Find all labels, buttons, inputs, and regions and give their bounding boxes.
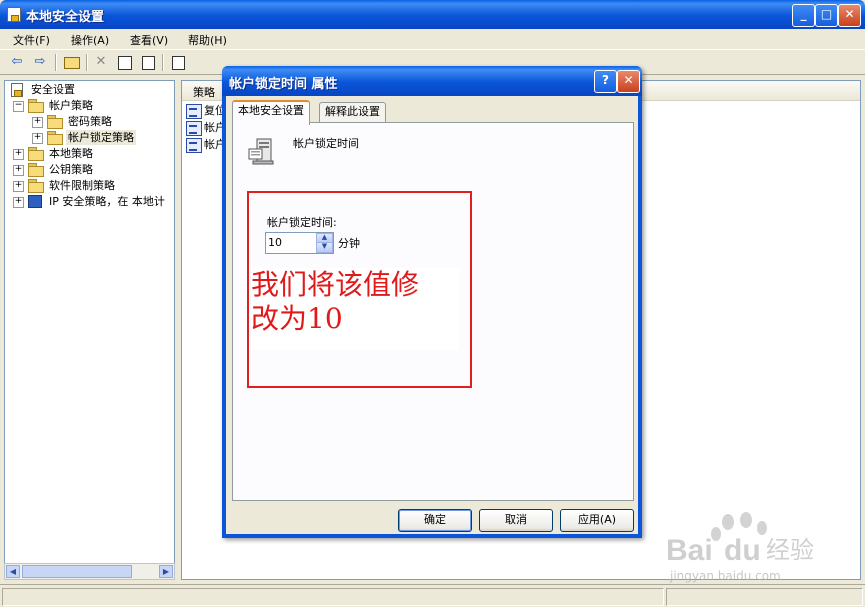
status-cell xyxy=(666,588,863,606)
setting-heading: 帐户锁定时间 xyxy=(293,137,359,150)
svg-text:du: du xyxy=(724,534,761,567)
expand-toggle[interactable]: + xyxy=(13,149,24,160)
spin-down-icon[interactable]: ▼ xyxy=(316,242,333,253)
tree-item-label: 密码策略 xyxy=(68,115,112,128)
unit-label: 分钟 xyxy=(338,237,360,250)
folder-lock-icon xyxy=(47,131,63,145)
baidu-jingyan-watermark: Bai du 经验 jingyan.baidu.com xyxy=(664,512,864,584)
dialog-help-button[interactable]: ? xyxy=(594,70,617,93)
window-title: 本地安全设置 xyxy=(26,10,105,25)
close-button[interactable]: ✕ xyxy=(838,4,861,27)
policy-icon xyxy=(186,138,202,153)
tree-pane: 安全设置 − 帐户策略 + 密码策略 + 帐户锁定策略 + 本地策略 + 公钥策… xyxy=(4,80,175,580)
lockout-duration-input[interactable] xyxy=(266,233,320,251)
status-cell xyxy=(2,588,664,606)
tab-local-security-setting[interactable]: 本地安全设置 xyxy=(232,100,310,125)
scroll-thumb[interactable] xyxy=(22,565,132,578)
tree-item-lockout-policy[interactable]: + 帐户锁定策略 xyxy=(32,130,172,146)
expand-toggle[interactable]: + xyxy=(32,117,43,128)
expand-toggle[interactable]: + xyxy=(13,181,24,192)
folder-icon xyxy=(28,163,44,177)
svg-text:经验: 经验 xyxy=(766,536,814,564)
scroll-right-icon[interactable]: ▶ xyxy=(159,565,173,578)
back-arrow-icon[interactable]: ⇦ xyxy=(7,53,27,71)
menu-bar: 文件(F) 操作(A) 查看(V) 帮助(H) xyxy=(0,29,865,49)
dialog-title: 帐户锁定时间 属性 xyxy=(229,77,338,92)
annotation-text: 我们将该值修 改为10 xyxy=(251,268,459,350)
cancel-button[interactable]: 取消 xyxy=(479,509,553,532)
folder-lock-icon xyxy=(28,99,44,113)
column-header-policy[interactable]: 策略 xyxy=(193,84,215,100)
toolbar-separator xyxy=(86,54,88,71)
menu-file[interactable]: 文件(F) xyxy=(13,32,50,48)
tree-item-label: 公钥策略 xyxy=(49,163,93,176)
tree-item-ip-security[interactable]: + IP 安全策略，在 本地计 xyxy=(13,194,174,210)
tree-item-label: 帐户锁定策略 xyxy=(66,130,136,145)
highlight-box: 帐户锁定时间: ▲ ▼ 分钟 我们将该值修 改为10 xyxy=(247,191,472,388)
dialog-body: 本地安全设置 解释此设置 帐户锁定时间 帐户锁定时间: ▲ xyxy=(226,96,638,534)
policy-server-icon xyxy=(247,137,277,167)
forward-arrow-icon[interactable]: ⇨ xyxy=(30,53,50,71)
tree-item-label: 帐户策略 xyxy=(49,99,93,112)
tab-explain-setting[interactable]: 解释此设置 xyxy=(319,102,386,123)
svg-text:Bai: Bai xyxy=(666,534,713,567)
lockout-duration-label: 帐户锁定时间: xyxy=(267,216,337,229)
policy-icon xyxy=(186,121,202,136)
apply-button[interactable]: 应用(A) xyxy=(560,509,634,532)
tree-item-label: 本地策略 xyxy=(49,147,93,160)
folder-lock-icon xyxy=(47,115,63,129)
toolbar-separator xyxy=(162,54,164,71)
tree-horizontal-scrollbar[interactable]: ◀ ▶ xyxy=(4,563,175,580)
svg-text:jingyan.baidu.com: jingyan.baidu.com xyxy=(669,569,781,583)
menu-view[interactable]: 查看(V) xyxy=(130,32,168,48)
dialog-titlebar[interactable]: 帐户锁定时间 属性 ? ✕ xyxy=(222,66,642,96)
folder-icon xyxy=(28,179,44,193)
security-settings-icon xyxy=(7,7,21,22)
delete-icon[interactable]: ✕ xyxy=(91,53,111,71)
tree-item-public-key-policy[interactable]: + 公钥策略 xyxy=(13,162,173,178)
tree-item-account-policy[interactable]: − 帐户策略 xyxy=(13,98,173,114)
help-icon[interactable] xyxy=(168,53,188,71)
collapse-toggle[interactable]: − xyxy=(13,101,24,112)
window-titlebar[interactable]: 本地安全设置 _ □ ✕ xyxy=(0,0,865,29)
properties-dialog: 帐户锁定时间 属性 ? ✕ 本地安全设置 解释此设置 帐户锁定时间 帐户锁定时间… xyxy=(222,66,642,538)
up-folder-icon[interactable] xyxy=(61,53,81,71)
expand-toggle[interactable]: + xyxy=(13,197,24,208)
dialog-close-button[interactable]: ✕ xyxy=(617,70,640,93)
annotation-line: 改为10 xyxy=(251,302,343,335)
security-settings-icon xyxy=(11,83,23,97)
expand-toggle[interactable]: + xyxy=(13,165,24,176)
menu-action[interactable]: 操作(A) xyxy=(71,32,109,48)
export-list-icon[interactable] xyxy=(138,53,158,71)
scroll-left-icon[interactable]: ◀ xyxy=(6,565,20,578)
tree-item-security-settings[interactable]: 安全设置 xyxy=(9,82,169,98)
tree-item-local-policy[interactable]: + 本地策略 xyxy=(13,146,173,162)
minimize-button[interactable]: _ xyxy=(792,4,815,27)
ip-security-icon xyxy=(28,195,42,208)
properties-icon[interactable] xyxy=(114,53,134,71)
menu-help[interactable]: 帮助(H) xyxy=(188,32,227,48)
tree-item-label: 安全设置 xyxy=(31,83,75,96)
annotation-line: 我们将该值修 xyxy=(251,268,420,301)
policy-icon xyxy=(186,104,202,119)
ok-button[interactable]: 确定 xyxy=(398,509,472,532)
maximize-button[interactable]: □ xyxy=(815,4,838,27)
tree-item-label: IP 安全策略，在 本地计 xyxy=(49,195,165,208)
tab-panel: 帐户锁定时间 帐户锁定时间: ▲ ▼ 分钟 我们将该值修 改为10 xyxy=(232,122,634,501)
status-bar xyxy=(0,584,865,607)
tree-item-password-policy[interactable]: + 密码策略 xyxy=(32,114,172,130)
expand-toggle[interactable]: + xyxy=(32,133,43,144)
tree-item-software-restriction[interactable]: + 软件限制策略 xyxy=(13,178,173,194)
lockout-duration-stepper: ▲ ▼ xyxy=(265,232,334,254)
folder-lock-icon xyxy=(28,147,44,161)
tree-item-label: 软件限制策略 xyxy=(49,179,115,192)
toolbar-separator xyxy=(55,54,57,71)
